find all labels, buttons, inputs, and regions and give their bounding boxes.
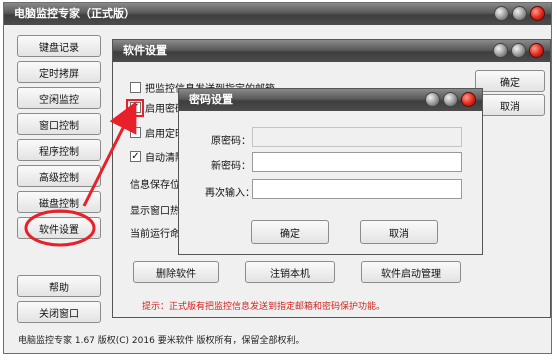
menu-program-control-button[interactable]: 程序控制 [17,139,101,161]
option-timer-checkbox[interactable] [130,127,141,138]
settings-titlebar[interactable]: 软件设置 [113,40,550,62]
option-password-checkbox[interactable]: ✓ [130,102,141,113]
menu-window-control-button[interactable]: 窗口控制 [17,113,101,135]
password-titlebar[interactable]: 密码设置 [179,89,482,111]
menu-timed-screenshot-button[interactable]: 定时拷屏 [17,61,101,83]
password-maximize-icon[interactable] [443,92,458,107]
old-password-input[interactable] [252,127,462,147]
password-cancel-button[interactable]: 取消 [360,220,438,244]
main-minimize-icon[interactable] [494,6,509,21]
main-maximize-icon[interactable] [512,6,527,21]
menu-keyboard-log-button[interactable]: 键盘记录 [17,35,101,57]
old-password-label: 原密码： [211,136,251,147]
startup-manager-button[interactable]: 软件启动管理 [361,261,461,283]
help-button[interactable]: 帮助 [17,275,101,297]
settings-close-icon[interactable] [529,43,544,58]
password-dialog-title: 密码设置 [189,93,233,106]
close-window-button[interactable]: 关闭窗口 [17,301,101,323]
new-password-input[interactable] [252,152,462,172]
main-window-title: 电脑监控专家（正式版） [14,7,135,20]
password-dialog: 密码设置 原密码： 新密码： 再次输入： 确定 取消 [178,88,483,255]
settings-window-title: 软件设置 [123,44,167,57]
confirm-password-label: 再次输入： [205,188,255,199]
password-minimize-icon[interactable] [425,92,440,107]
menu-advanced-control-button[interactable]: 高级控制 [17,165,101,187]
settings-cancel-button[interactable]: 取消 [475,94,545,116]
option-email-checkbox[interactable] [130,82,141,93]
uninstall-button[interactable]: 删除软件 [133,261,219,283]
menu-software-settings-button[interactable]: 软件设置 [17,217,101,239]
menu-idle-monitor-button[interactable]: 空闲监控 [17,87,101,109]
status-bar-text: 电脑监控专家 1.67 版权(C) 2016 要米软件 版权所有，保留全部权利。 [18,336,305,346]
option-autoclear-checkbox[interactable]: ✓ [130,151,141,162]
menu-disk-control-button[interactable]: 磁盘控制 [17,191,101,213]
settings-minimize-icon[interactable] [493,43,508,58]
settings-hint-text: 提示：正式版有把监控信息发送到指定邮箱和密码保护功能。 [142,302,386,312]
logout-button[interactable]: 注销本机 [245,261,335,283]
settings-ok-button[interactable]: 确定 [475,70,545,92]
new-password-label: 新密码： [211,161,251,172]
settings-maximize-icon[interactable] [511,43,526,58]
confirm-password-input[interactable] [252,179,462,199]
password-ok-button[interactable]: 确定 [251,220,329,244]
main-titlebar[interactable]: 电脑监控专家（正式版） [4,3,551,25]
password-close-icon[interactable] [461,92,476,107]
main-close-icon[interactable] [530,6,545,21]
